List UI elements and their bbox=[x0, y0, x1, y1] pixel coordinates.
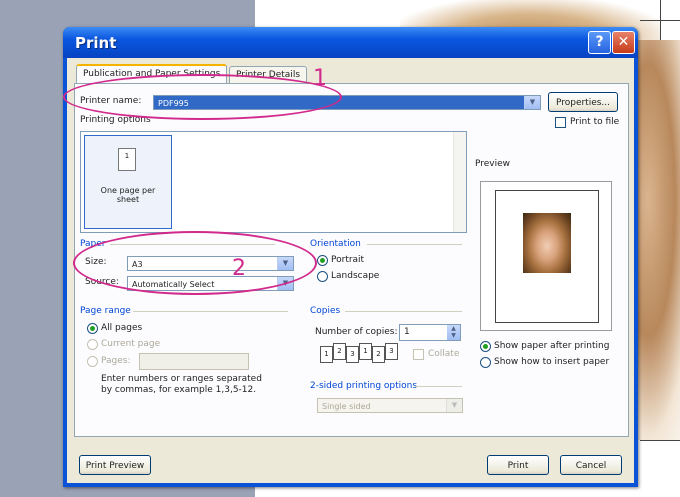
printing-options-list[interactable]: 1 One page per sheet bbox=[80, 131, 467, 233]
dialog-title: Print bbox=[75, 34, 117, 52]
pages-radio[interactable] bbox=[87, 356, 98, 367]
current-page-label: Current page bbox=[101, 339, 161, 349]
number-of-copies-input[interactable]: 1 ▲ ▼ bbox=[399, 324, 461, 341]
landscape-radio[interactable] bbox=[317, 271, 328, 282]
annotation-ellipse-2 bbox=[73, 231, 317, 295]
collate-page-icon: 1 bbox=[359, 343, 372, 360]
preview-photo bbox=[523, 213, 571, 273]
chevron-down-icon: ▼ bbox=[446, 399, 462, 412]
dialog-client: Publication and Paper Settings Printer D… bbox=[63, 58, 634, 483]
copies-stepper-buttons[interactable]: ▲ ▼ bbox=[447, 325, 460, 340]
print-preview-button[interactable]: Print Preview bbox=[79, 455, 151, 475]
preview-box bbox=[480, 181, 612, 331]
all-pages-label: All pages bbox=[101, 323, 143, 333]
collate-page-icon: 1 bbox=[320, 346, 333, 363]
show-paper-after-printing-label: Show paper after printing bbox=[494, 341, 610, 351]
all-pages-radio[interactable] bbox=[87, 323, 98, 334]
page-range-group-label: Page range bbox=[80, 306, 131, 316]
show-how-to-insert-label: Show how to insert paper bbox=[494, 357, 610, 367]
guide-line bbox=[660, 0, 661, 40]
group-divider bbox=[345, 311, 462, 312]
print-button[interactable]: Print bbox=[487, 455, 549, 475]
annotation-number-1: 1 bbox=[313, 66, 327, 91]
print-to-file-checkbox[interactable] bbox=[555, 117, 566, 128]
collate-page-icon: 2 bbox=[372, 346, 385, 363]
chevron-down-icon: ▼ bbox=[524, 96, 540, 109]
title-bar: Print ? ✕ bbox=[63, 27, 638, 58]
help-button[interactable]: ? bbox=[588, 31, 611, 54]
portrait-radio[interactable] bbox=[317, 255, 328, 266]
print-dialog: Print ? ✕ Publication and Paper Settings… bbox=[63, 27, 638, 487]
collate-label: Collate bbox=[428, 349, 460, 359]
show-paper-after-printing-radio[interactable] bbox=[480, 341, 491, 352]
settings-panel: Printer name: PDF995 ▼ Properties... Pri… bbox=[63, 66, 629, 437]
landscape-label: Landscape bbox=[331, 271, 380, 281]
properties-button[interactable]: Properties... bbox=[548, 92, 618, 112]
number-of-copies-value: 1 bbox=[404, 327, 410, 337]
collate-checkbox[interactable] bbox=[413, 349, 424, 360]
show-how-to-insert-radio[interactable] bbox=[480, 357, 491, 368]
one-page-per-sheet-option[interactable]: 1 One page per sheet bbox=[84, 135, 172, 229]
page-icon: 1 bbox=[118, 148, 136, 171]
group-divider bbox=[367, 244, 462, 245]
collate-page-icon: 3 bbox=[385, 343, 398, 360]
page-range-hint: Enter numbers or ranges separated by com… bbox=[101, 374, 262, 395]
preview-label: Preview bbox=[475, 159, 511, 169]
current-page-radio[interactable] bbox=[87, 339, 98, 350]
cancel-button[interactable]: Cancel bbox=[560, 455, 622, 475]
preview-page bbox=[495, 190, 599, 323]
print-to-file-label: Print to file bbox=[570, 117, 620, 127]
annotation-ellipse-1 bbox=[63, 74, 342, 120]
two-sided-select[interactable]: Single sided ▼ bbox=[317, 398, 463, 413]
one-page-per-sheet-label: One page per sheet bbox=[100, 186, 156, 204]
pages-input[interactable] bbox=[139, 353, 249, 370]
collate-page-icon: 2 bbox=[333, 343, 346, 360]
two-sided-value: Single sided bbox=[322, 402, 371, 411]
collate-page-icon: 3 bbox=[346, 346, 359, 363]
number-of-copies-label: Number of copies: bbox=[315, 327, 398, 337]
two-sided-group-label: 2-sided printing options bbox=[310, 381, 418, 391]
copies-group-label: Copies bbox=[310, 306, 341, 316]
group-divider bbox=[133, 311, 288, 312]
close-button[interactable]: ✕ bbox=[612, 31, 635, 54]
printing-options-scrollbar[interactable] bbox=[453, 132, 466, 232]
group-divider bbox=[415, 386, 462, 387]
annotation-number-2: 2 bbox=[232, 256, 246, 281]
orientation-group-label: Orientation bbox=[310, 239, 361, 249]
pages-label: Pages: bbox=[101, 356, 131, 366]
portrait-label: Portrait bbox=[331, 255, 365, 265]
guide-line bbox=[640, 440, 680, 441]
